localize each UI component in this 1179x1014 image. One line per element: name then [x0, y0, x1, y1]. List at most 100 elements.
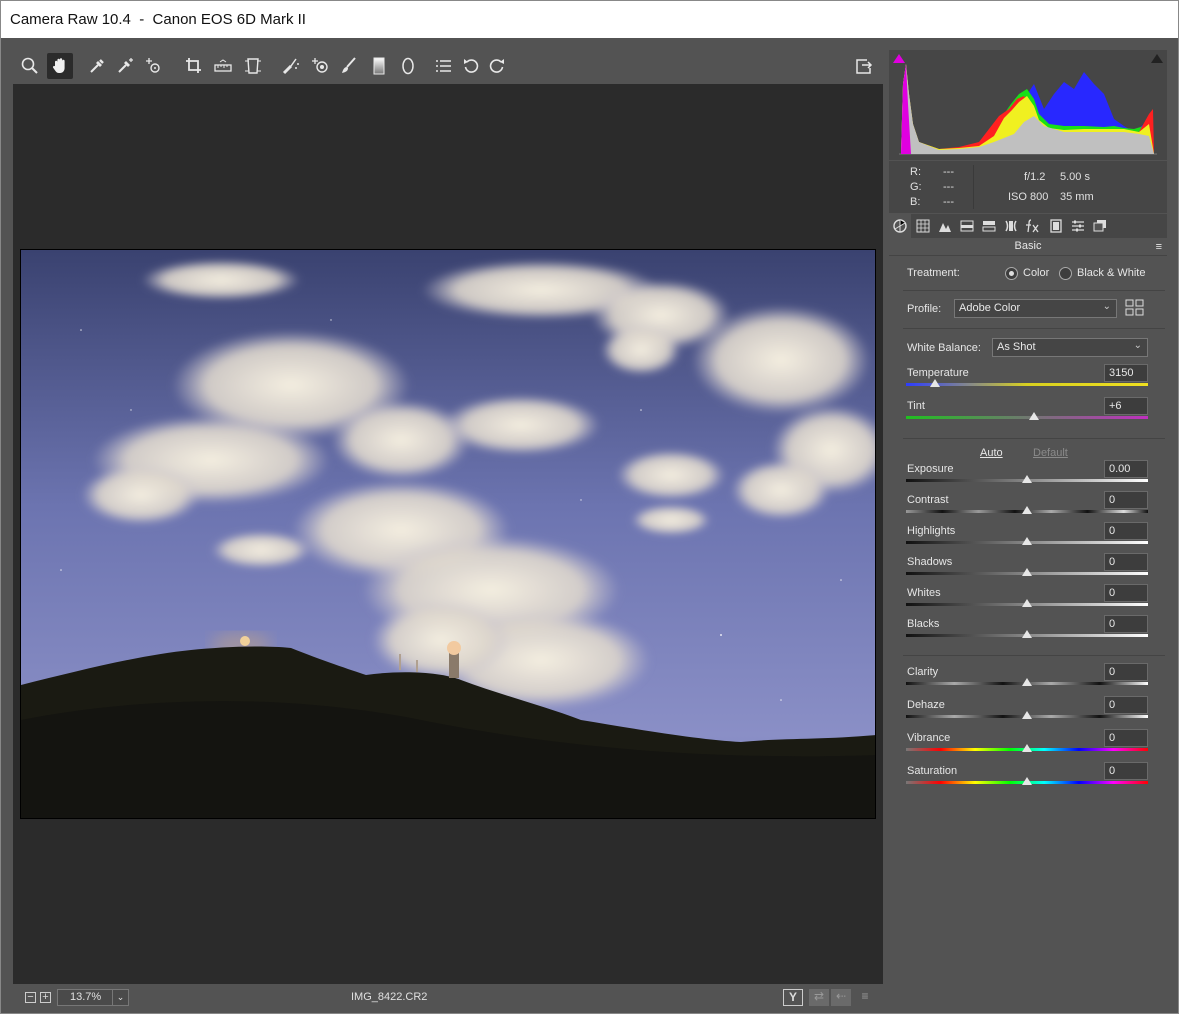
profile-select[interactable]: Adobe Color ⌄ — [954, 299, 1117, 318]
zoom-in-button[interactable]: + — [40, 992, 51, 1003]
preview-canvas[interactable] — [13, 84, 883, 984]
spot-removal-icon[interactable] — [278, 53, 304, 79]
blacks-slider-thumb[interactable] — [1022, 630, 1032, 638]
swap-before-after-icon[interactable]: ⇄ — [809, 989, 829, 1006]
right-panel: R: --- G: --- B: --- f/1.2 5.00 s ISO 80… — [889, 50, 1167, 1012]
highlights-slider-thumb[interactable] — [1022, 537, 1032, 545]
dehaze-value-field[interactable]: 0 — [1104, 696, 1148, 714]
title-bar: Camera Raw 10.4 - Canon EOS 6D Mark II — [0, 0, 1179, 38]
crop-icon[interactable] — [181, 53, 207, 79]
snapshots-tab-icon[interactable] — [1089, 214, 1111, 238]
temperature-slider-thumb[interactable] — [930, 379, 941, 387]
transform-icon[interactable] — [240, 53, 266, 79]
blacks-label: Blacks — [907, 618, 940, 630]
rotate-cw-icon[interactable] — [484, 53, 510, 79]
straighten-icon[interactable] — [210, 53, 236, 79]
clarity-slider-thumb[interactable] — [1022, 678, 1032, 686]
tint-value-field[interactable]: +6 — [1104, 397, 1148, 415]
presets-tab-icon[interactable] — [1067, 214, 1089, 238]
exposure-slider-thumb[interactable] — [1022, 475, 1032, 483]
filename-label: IMG_8422.CR2 — [351, 991, 428, 1003]
color-sampler-icon[interactable] — [112, 53, 138, 79]
white-balance-label: White Balance: — [907, 342, 981, 354]
temperature-value-field[interactable]: 3150 — [1104, 364, 1148, 382]
graduated-filter-icon[interactable] — [366, 53, 392, 79]
temperature-slider-track[interactable] — [906, 383, 1148, 386]
saturation-slider-thumb[interactable] — [1022, 777, 1032, 785]
white-balance-icon[interactable] — [84, 53, 110, 79]
divider — [903, 290, 1165, 291]
panel-tabs — [889, 214, 1167, 238]
tint-slider-thumb[interactable] — [1029, 412, 1040, 420]
iso-value: ISO 800 — [1008, 191, 1049, 203]
basic-tab-icon[interactable] — [889, 214, 911, 238]
split-toning-tab-icon[interactable] — [978, 214, 1000, 238]
toolbar — [13, 50, 883, 82]
tone-curve-tab-icon[interactable] — [912, 214, 934, 238]
targeted-adjustment-icon[interactable] — [141, 53, 167, 79]
r-label: R: — [910, 166, 921, 178]
before-after-toggle-button[interactable]: Y — [783, 989, 803, 1006]
default-link[interactable]: Default — [1033, 447, 1068, 459]
radial-filter-icon[interactable] — [395, 53, 421, 79]
exposure-label: Exposure — [907, 463, 954, 475]
hsl-tab-icon[interactable] — [956, 214, 978, 238]
treatment-bw-label[interactable]: Black & White — [1077, 267, 1145, 279]
status-bar: − + 13.7% ⌄ IMG_8422.CR2 Y ⇄ ⇠ ≡ — [13, 986, 883, 1010]
detail-tab-icon[interactable] — [934, 214, 956, 238]
shadows-value-field[interactable]: 0 — [1104, 553, 1148, 571]
profile-value: Adobe Color — [959, 302, 1021, 314]
dehaze-slider-thumb[interactable] — [1022, 711, 1032, 719]
divider — [903, 655, 1165, 656]
blacks-value-field[interactable]: 0 — [1104, 615, 1148, 633]
saturation-label: Saturation — [907, 765, 958, 777]
tint-label: Tint — [907, 400, 925, 412]
rotate-ccw-icon[interactable] — [458, 53, 484, 79]
treatment-color-label[interactable]: Color — [1023, 267, 1049, 279]
chevron-down-icon: ⌄ — [1102, 301, 1111, 312]
lens-corrections-tab-icon[interactable] — [1000, 214, 1022, 238]
panel-title: Basic — [1014, 240, 1042, 252]
saturation-value-field[interactable]: 0 — [1104, 762, 1148, 780]
vibrance-value-field[interactable]: 0 — [1104, 729, 1148, 747]
whites-slider-thumb[interactable] — [1022, 599, 1032, 607]
red-eye-icon[interactable] — [307, 53, 333, 79]
vibrance-slider-thumb[interactable] — [1022, 744, 1032, 752]
zoom-icon[interactable] — [17, 53, 43, 79]
toggle-settings-icon[interactable]: ≡ — [855, 989, 875, 1006]
panel-menu-icon[interactable]: ≡ — [1156, 239, 1162, 255]
g-label: G: — [910, 181, 922, 193]
shutter-value: 5.00 s — [1060, 171, 1090, 183]
whites-value-field[interactable]: 0 — [1104, 584, 1148, 602]
dehaze-label: Dehaze — [907, 699, 945, 711]
white-balance-select[interactable]: As Shot ⌄ — [992, 338, 1148, 357]
copy-settings-icon[interactable]: ⇠ — [831, 989, 851, 1006]
vibrance-label: Vibrance — [907, 732, 951, 744]
tint-slider-track[interactable] — [906, 416, 1148, 419]
highlights-value-field[interactable]: 0 — [1104, 522, 1148, 540]
hand-icon[interactable] — [47, 53, 73, 79]
shadows-slider-thumb[interactable] — [1022, 568, 1032, 576]
treatment-bw-radio[interactable] — [1059, 267, 1072, 280]
divider — [903, 438, 1165, 439]
whites-label: Whites — [907, 587, 941, 599]
clarity-value-field[interactable]: 0 — [1104, 663, 1148, 681]
profile-browser-icon[interactable] — [1125, 299, 1145, 317]
auto-link[interactable]: Auto — [980, 447, 1003, 459]
zoom-out-button[interactable]: − — [25, 992, 36, 1003]
fullscreen-toggle-icon[interactable] — [851, 53, 877, 79]
treatment-color-radio[interactable] — [1005, 267, 1018, 280]
white-balance-value: As Shot — [997, 341, 1036, 353]
exposure-value-field[interactable]: 0.00 — [1104, 460, 1148, 478]
contrast-value-field[interactable]: 0 — [1104, 491, 1148, 509]
night-sky-photo — [21, 250, 875, 818]
camera-calibration-tab-icon[interactable] — [1045, 214, 1067, 238]
zoom-level-select[interactable]: 13.7% ⌄ — [57, 989, 129, 1006]
camera-raw-window: − + 13.7% ⌄ IMG_8422.CR2 Y ⇄ ⇠ ≡ R: --- … — [0, 38, 1179, 1014]
presets-list-icon[interactable] — [430, 53, 456, 79]
effects-tab-icon[interactable] — [1022, 214, 1044, 238]
contrast-slider-thumb[interactable] — [1022, 506, 1032, 514]
contrast-label: Contrast — [907, 494, 949, 506]
adjustment-brush-icon[interactable] — [336, 53, 362, 79]
treatment-label: Treatment: — [907, 267, 960, 279]
